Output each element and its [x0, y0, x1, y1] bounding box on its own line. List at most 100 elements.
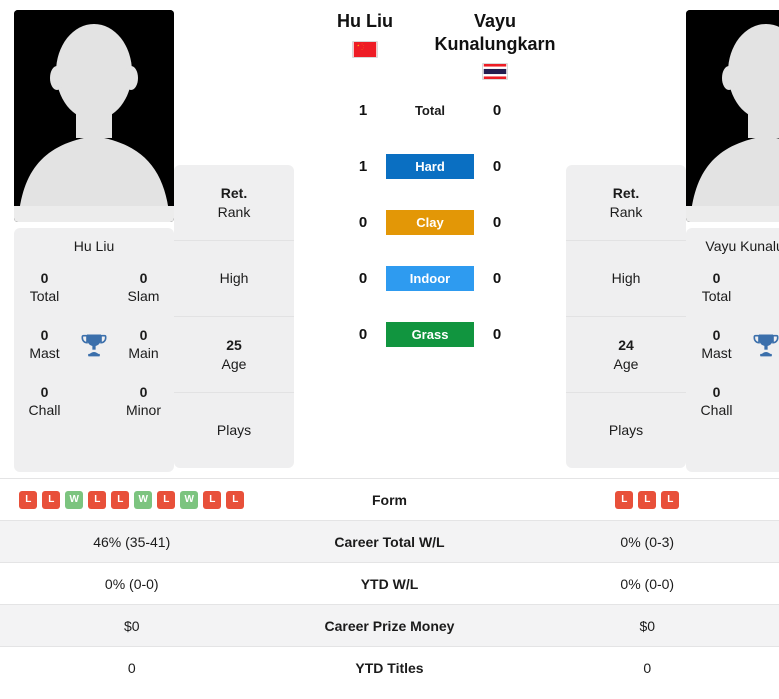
left-player-column: Hu Liu 0 Total 0 Slam 0 Mast 0 Main 0 Ch…	[14, 10, 174, 472]
right-info-age-value: 24	[618, 337, 634, 354]
left-info-age-value: 25	[226, 337, 242, 354]
right-info-rank-value: Ret.	[612, 185, 640, 202]
left-titles-main: 0 Main	[117, 327, 170, 362]
left-form-badge-l[interactable]: L	[19, 490, 38, 509]
surface-indoor-right-score: 0	[492, 269, 502, 287]
right-info-plays: Plays	[566, 393, 686, 468]
form-left-cell: LLWLLWLWLL	[0, 479, 264, 521]
comparison-stats-table: LLWLLWLWLL Form LLL 46% (35-41) Career T…	[0, 478, 779, 688]
surface-clay-label: Clay	[386, 209, 474, 235]
right-form-badge-l[interactable]: L	[638, 490, 657, 509]
right-titles-mast: 0 Mast	[690, 327, 743, 362]
row-label-career-prize-money: Career Prize Money	[263, 604, 516, 647]
surface-grass-left-score: 0	[358, 325, 368, 343]
left-titles-minor: 0 Minor	[117, 384, 170, 419]
surface-total-right-score: 0	[492, 101, 502, 119]
surface-row-total: 1 Total 0	[300, 82, 560, 138]
right-player-column: Vayu Kunalungkarn 0 Total 0 Slam 0 Mast	[686, 10, 779, 472]
left-form-badge-l[interactable]: L	[203, 490, 222, 509]
left-info-age: 25 Age	[174, 317, 294, 393]
surface-indoor-label: Indoor	[386, 265, 474, 291]
left-form-badge-w[interactable]: W	[180, 490, 199, 509]
right-player-info-card: Ret. Rank High 24 Age Plays	[566, 165, 686, 468]
left-info-rank: Ret. Rank	[174, 165, 294, 241]
right-player-avatar	[686, 10, 779, 222]
surface-row-indoor: 0 Indoor 0	[300, 250, 560, 306]
left-titles-main-label: Main	[128, 344, 159, 361]
left-trophy-wrap	[71, 331, 117, 359]
left-info-plays: Plays	[174, 393, 294, 468]
right-titles-chall-value: 0	[712, 384, 721, 400]
surface-hard-right-score: 0	[492, 157, 502, 175]
left-form-badges: LLWLLWLWLL	[6, 490, 258, 509]
row-label-ytd-titles: YTD Titles	[355, 659, 424, 676]
left-player-avatar	[14, 10, 174, 222]
left-titles-mast-label: Mast	[29, 344, 60, 361]
china-flag-icon	[352, 40, 378, 58]
right-trophy-wrap	[743, 331, 779, 359]
table-row-career-prize-money: $0 Career Prize Money $0	[0, 604, 779, 647]
right-info-rank-label: Rank	[609, 203, 643, 220]
player-comparison-header: Hu Liu 0 Total 0 Slam 0 Mast 0 Main 0 Ch…	[0, 0, 779, 478]
left-info-rank-label: Rank	[217, 203, 251, 220]
right-titles-mast-value: 0	[712, 327, 721, 343]
left-form-badge-l[interactable]: L	[157, 490, 176, 509]
table-row-ytd-wl: 0% (0-0) YTD W/L 0% (0-0)	[0, 562, 779, 605]
left-titles-card-name: Hu Liu	[73, 238, 115, 254]
left-form-badge-w[interactable]: W	[134, 490, 153, 509]
surface-row-hard: 1 Hard 0	[300, 138, 560, 194]
left-player-titles-card: Hu Liu 0 Total 0 Slam 0 Mast 0 Main 0 Ch…	[14, 228, 174, 472]
left-titles-main-value: 0	[139, 327, 148, 343]
trophy-icon	[81, 334, 107, 356]
right-info-age: 24 Age	[566, 317, 686, 393]
surface-clay-right-score: 0	[492, 213, 502, 231]
right-player-info-column: Ret. Rank High 24 Age Plays	[566, 165, 686, 468]
surface-total-left-score: 1	[358, 101, 368, 119]
left-form-badge-l[interactable]: L	[88, 490, 107, 509]
surface-grass-right-score: 0	[492, 325, 502, 343]
left-info-plays-label: Plays	[216, 422, 252, 439]
left-titles-chall-label: Chall	[28, 401, 61, 418]
left-info-high: High	[174, 241, 294, 317]
left-titles-minor-value: 0	[139, 384, 148, 400]
table-row-form: LLWLLWLWLL Form LLL	[0, 478, 779, 521]
player-silhouette-icon	[14, 10, 174, 222]
right-form-badge-l[interactable]: L	[661, 490, 680, 509]
ytd-wl-right: 0% (0-0)	[620, 575, 675, 592]
surface-breakdown-list: 1 Total 0 1 Hard 0 0 Clay 0 0 Indoor 0 0	[300, 82, 560, 362]
left-titles-total-label: Total	[29, 287, 60, 304]
right-info-rank: Ret. Rank	[566, 165, 686, 241]
left-player-info-card: Ret. Rank High 25 Age Plays	[174, 165, 294, 468]
career-total-wl-right: 0% (0-3)	[515, 520, 779, 563]
left-player-info-column: Ret. Rank High 25 Age Plays	[174, 165, 294, 468]
left-titles-mast: 0 Mast	[18, 327, 71, 362]
china-flag-svg	[353, 41, 377, 57]
left-form-badge-l[interactable]: L	[42, 490, 61, 509]
left-player-name-block: Hu Liu	[300, 10, 430, 58]
right-titles-total: 0 Total	[690, 270, 743, 305]
trophy-icon	[753, 334, 779, 356]
right-form-badge-l[interactable]: L	[615, 490, 634, 509]
left-form-badge-l[interactable]: L	[111, 490, 130, 509]
left-form-badge-w[interactable]: W	[65, 490, 84, 509]
right-info-age-label: Age	[613, 355, 639, 372]
surface-indoor-left-score: 0	[358, 269, 368, 287]
row-label-form: Form	[372, 491, 407, 508]
left-titles-mast-value: 0	[40, 327, 49, 343]
row-label-career-total-wl: Career Total W/L	[263, 520, 516, 563]
left-info-age-label: Age	[221, 355, 247, 372]
left-form-badge-l[interactable]: L	[226, 490, 245, 509]
career-prize-money-left: $0	[0, 604, 264, 647]
ytd-titles-right: 0	[643, 659, 652, 676]
surface-clay-left-score: 0	[358, 213, 368, 231]
left-titles-total-value: 0	[40, 270, 49, 286]
right-info-high: High	[566, 241, 686, 317]
thailand-flag-svg	[483, 64, 507, 79]
left-titles-total: 0 Total	[18, 270, 71, 305]
right-titles-total-label: Total	[701, 287, 732, 304]
head-to-head-column: Hu Liu Vayu Kunalungkarn 1 Total 0 1 Har…	[294, 10, 566, 362]
ytd-titles-left: 0	[127, 659, 136, 676]
right-info-high-label: High	[611, 270, 641, 287]
right-info-plays-label: Plays	[608, 422, 644, 439]
surface-hard-label: Hard	[386, 153, 474, 179]
